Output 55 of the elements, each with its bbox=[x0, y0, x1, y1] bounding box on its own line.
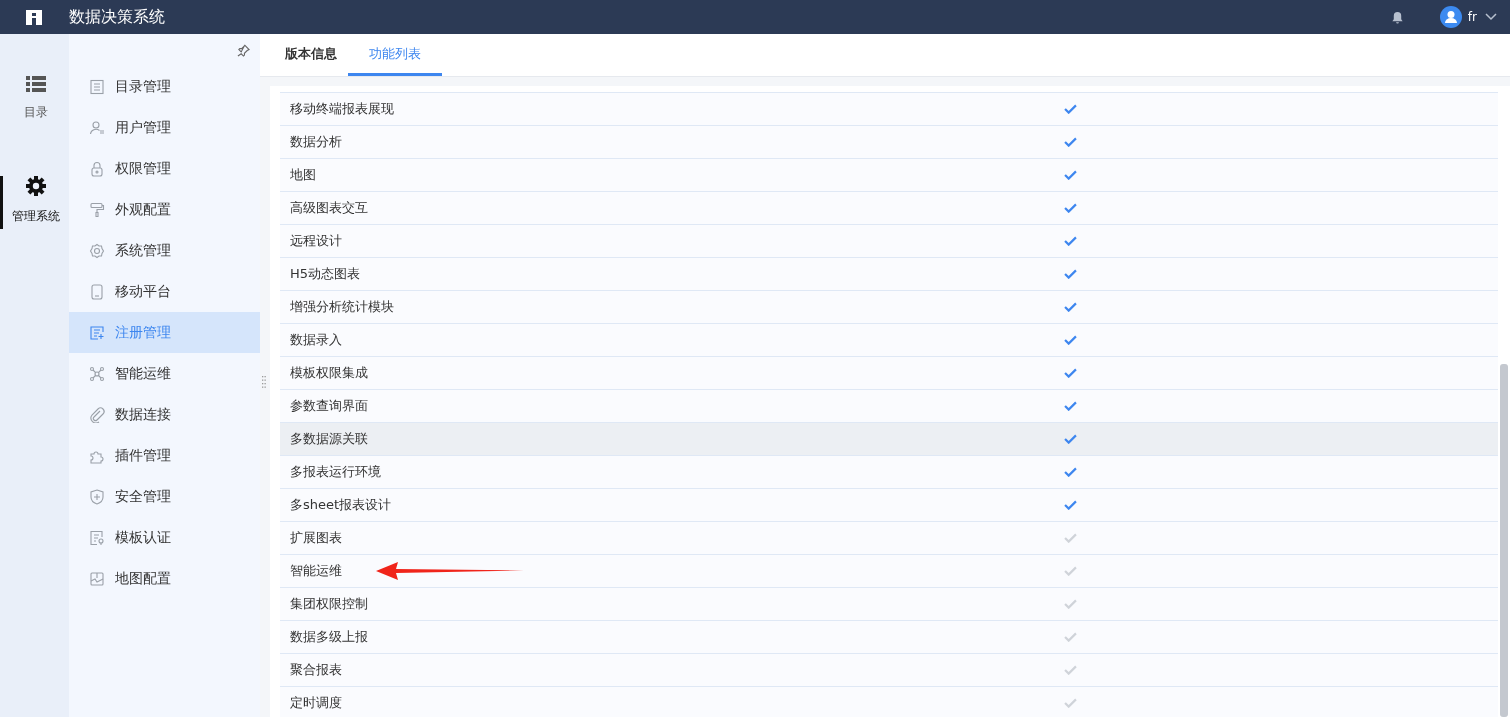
catalog-icon bbox=[89, 78, 105, 95]
nodes-icon bbox=[89, 365, 105, 382]
feature-name: 数据多级上报 bbox=[290, 628, 368, 646]
feature-name: 高级图表交互 bbox=[290, 199, 368, 217]
caret-icon[interactable] bbox=[1485, 13, 1497, 21]
menu-item[interactable]: 外观配置 bbox=[69, 189, 260, 230]
menu-item[interactable]: 目录管理 bbox=[69, 66, 260, 107]
app-title: 数据决策系统 bbox=[69, 6, 165, 28]
user-icon bbox=[89, 119, 105, 136]
menu-item[interactable]: 系统管理 bbox=[69, 230, 260, 271]
feature-name: 多报表运行环境 bbox=[290, 463, 381, 481]
gear-icon bbox=[89, 242, 105, 259]
menu-item[interactable]: 权限管理 bbox=[69, 148, 260, 189]
menu-item[interactable]: 插件管理 bbox=[69, 435, 260, 476]
feature-name: 数据录入 bbox=[290, 331, 342, 349]
lock-icon bbox=[89, 160, 105, 177]
feature-name: H5动态图表 bbox=[290, 265, 361, 283]
feature-name: 智能运维 bbox=[290, 562, 342, 580]
feature-name: 扩展图表 bbox=[290, 529, 342, 547]
feature-name: 多数据源关联 bbox=[290, 430, 368, 448]
menu-item[interactable]: 用户管理 bbox=[69, 107, 260, 148]
user-name[interactable]: fr bbox=[1467, 10, 1477, 24]
menu-item[interactable]: 智能运维 bbox=[69, 353, 260, 394]
feature-name: 移动终端报表展现 bbox=[290, 100, 394, 118]
feature-name: 集团权限控制 bbox=[290, 595, 368, 613]
gear-icon bbox=[26, 176, 46, 196]
menu-item[interactable]: 移动平台 bbox=[69, 271, 260, 312]
menu-item[interactable]: 安全管理 bbox=[69, 476, 260, 517]
phone-icon bbox=[89, 283, 105, 300]
feature-name: 定时调度 bbox=[290, 694, 342, 712]
feature-name: 参数查询界面 bbox=[290, 397, 368, 415]
avatar-icon[interactable] bbox=[1439, 6, 1462, 28]
rail-item[interactable]: 目录 bbox=[0, 76, 69, 125]
map-icon bbox=[89, 570, 105, 587]
roller-icon bbox=[89, 201, 105, 218]
clip-icon bbox=[89, 406, 105, 423]
tab[interactable]: 版本信息 bbox=[274, 34, 348, 76]
feature-name: 数据分析 bbox=[290, 133, 342, 151]
feature-name: 多sheet报表设计 bbox=[290, 496, 392, 514]
list-icon bbox=[26, 76, 46, 92]
menu-item[interactable]: 数据连接 bbox=[69, 394, 260, 435]
feature-name: 地图 bbox=[290, 166, 316, 184]
register-icon bbox=[89, 324, 105, 341]
shield-icon bbox=[89, 488, 105, 505]
tab[interactable]: 功能列表 bbox=[348, 34, 442, 76]
feature-name: 远程设计 bbox=[290, 232, 342, 250]
feature-name: 聚合报表 bbox=[290, 661, 342, 679]
logo-icon bbox=[24, 7, 44, 27]
feature-name: 增强分析统计模块 bbox=[290, 298, 394, 316]
pin-icon[interactable] bbox=[237, 43, 250, 57]
feature-name: 模板权限集成 bbox=[290, 364, 368, 382]
menu-item[interactable]: 地图配置 bbox=[69, 558, 260, 599]
doc-icon bbox=[89, 529, 105, 546]
menu-item[interactable]: 模板认证 bbox=[69, 517, 260, 558]
bell-icon[interactable] bbox=[1390, 10, 1404, 24]
